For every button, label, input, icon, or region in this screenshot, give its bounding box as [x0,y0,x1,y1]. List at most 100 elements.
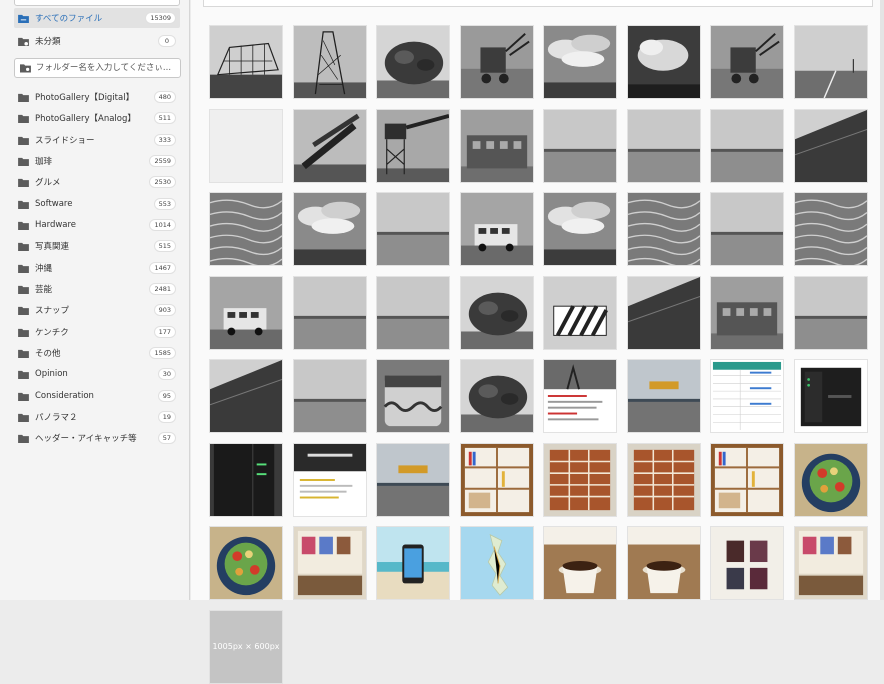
sidebar: すべてのファイル 15309 未分類 0 PhotoGallery【Digita… [0,0,190,600]
thumbnail-industrial-building[interactable] [459,108,534,183]
thumbnail-dark-website[interactable] [292,442,367,517]
folder-item[interactable]: グルメ 2530 [14,172,180,192]
thumbnail-coastal-road[interactable] [793,25,868,99]
thumbnail-conveyor-tower[interactable] [376,108,450,183]
thumbnail-drawer-cabinet[interactable] [626,442,701,517]
folder-item[interactable]: PhotoGallery【Analog】 511 [14,108,180,128]
thumbnail-crane-tower[interactable] [292,25,367,99]
thumbnail-cloudy-sky[interactable] [543,25,617,99]
thumbnail-placeholder[interactable]: 1005px × 600px [209,609,283,684]
thumbnail-dark-clouds[interactable] [626,25,701,99]
folder-search-input[interactable] [35,63,175,73]
thumbnail-image [377,109,449,182]
folder-item[interactable]: ヘッダー・アイキャッチ等 57 [14,428,180,448]
folder-item[interactable]: Hardware 1014 [14,215,180,235]
folder-item[interactable]: ケンチク 177 [14,322,180,342]
thumbnail-water-tank[interactable] [376,359,450,433]
thumbnail-clouds-over-plain[interactable] [292,192,367,266]
folder-item[interactable]: 写真関連 515 [14,236,180,256]
thumbnail-rusty-machinery[interactable] [710,25,784,99]
thumbnail-blank-white[interactable] [209,108,283,183]
thumbnail-salad-plate[interactable] [793,442,868,517]
thumbnail-flat-horizon[interactable] [543,108,617,183]
thumbnail-shop-entrance[interactable] [793,526,868,600]
placeholder-size-label: 1005px × 600px [212,642,280,651]
thumbnail-seawall-fence[interactable] [626,108,701,183]
sidebar-top-input[interactable] [14,0,180,6]
thumbnail-sloped-field[interactable] [209,359,283,433]
thumbnail-bookshelf[interactable] [459,442,534,517]
folder-item[interactable]: 珈琲 2559 [14,151,180,171]
thumbnail-image [711,26,783,98]
toolbar-strip[interactable] [203,0,873,7]
thumbnail-long-building[interactable] [710,275,784,350]
thumbnail-street-lamps[interactable] [543,192,617,266]
thumbnail-spec-table[interactable] [710,359,784,433]
thumbnail-alley-walls[interactable] [626,275,701,350]
folder-count: 95 [157,390,176,402]
folder-count: 30 [157,368,176,380]
folder-item[interactable]: パノラマ２ 19 [14,407,180,427]
thumbnail-pc-tower[interactable] [209,442,283,517]
uncategorized-item[interactable]: 未分類 0 [14,31,180,51]
folder-item[interactable]: スライドショー 333 [14,130,180,150]
thumbnail-old-bus[interactable] [209,275,283,350]
thumbnail-runway-blog-header[interactable] [376,442,450,517]
thumbnail-pebble-ground[interactable] [626,192,701,266]
thumbnail-dense-shrubs[interactable] [459,275,534,350]
thumbnail-image [377,193,449,265]
folder-item[interactable]: Opinion 30 [14,364,180,384]
thumbnail-book-display[interactable] [710,526,784,600]
thumbnail-okinawa-map[interactable] [459,526,534,600]
thumbnail-grass-field[interactable] [376,275,450,350]
thumbnail-shop-counter[interactable] [292,526,367,600]
thumbnail-image [544,443,616,516]
thumbnail-small-shed[interactable] [292,275,367,350]
scrollbar[interactable] [880,0,884,600]
thumbnail-crossed-beams[interactable] [292,108,367,183]
thumbnail-tree-bush[interactable] [376,25,450,99]
thumbnail-record-shelves[interactable] [710,442,784,517]
thumbnail-gray-sea[interactable] [710,192,784,266]
thumbnail-storage-drawers[interactable] [543,442,617,517]
thumbnail-image [460,193,533,265]
thumbnail-airport-runway[interactable] [626,359,701,433]
all-files-item[interactable]: すべてのファイル 15309 [14,8,180,28]
thumbnail-image [544,527,616,599]
thumbnail-nas-device[interactable] [793,359,868,433]
folder-item[interactable]: その他 1585 [14,343,180,363]
folder-item[interactable]: PhotoGallery【Digital】 480 [14,87,180,107]
thumbnail-image [794,276,867,349]
thumbnail-bright-sky[interactable] [793,275,868,350]
thumbnail-tire-tracks[interactable] [793,192,868,266]
thumbnail-crane-machine[interactable] [459,25,534,99]
folder-label: ケンチク [35,328,69,338]
folder-item[interactable]: スナップ 903 [14,300,180,320]
folder-item[interactable]: Consideration 95 [14,386,180,406]
thumbnail-parked-truck[interactable] [459,192,534,266]
thumbnail-image [544,276,616,349]
folder-count: 2530 [149,176,176,188]
thumbnail-salad-plate-2[interactable] [209,526,283,600]
thumbnail-fence-field[interactable] [376,192,450,266]
thumbnail-harbor-screenshot[interactable] [543,359,617,433]
thumbnail-greenhouse-frame[interactable] [209,25,283,99]
thumbnail-image [627,360,700,432]
thumbnail-coffee-cup[interactable] [543,526,617,600]
folder-count: 19 [157,411,176,423]
thumbnail-striped-barrier[interactable] [543,275,617,350]
folder-item[interactable]: 芸能 2481 [14,279,180,299]
thumbnail-empty-beach[interactable] [710,108,784,183]
thumbnail-image [377,26,449,98]
thumbnail-phone-on-beach[interactable] [376,526,450,600]
thumbnail-coffee-table[interactable] [626,526,701,600]
folder-item[interactable]: 沖縄 1467 [14,258,180,278]
folder-search-box[interactable] [14,58,181,78]
thumbnail-sand-dunes[interactable] [209,192,283,266]
thumbnail-image [627,276,700,349]
thumbnail-diagonal-wall[interactable] [793,108,868,183]
folder-item[interactable]: Software 553 [14,194,180,214]
folder-count: 553 [153,198,176,210]
thumbnail-trees-and-car[interactable] [459,359,534,433]
thumbnail-calm-sea[interactable] [292,359,367,433]
